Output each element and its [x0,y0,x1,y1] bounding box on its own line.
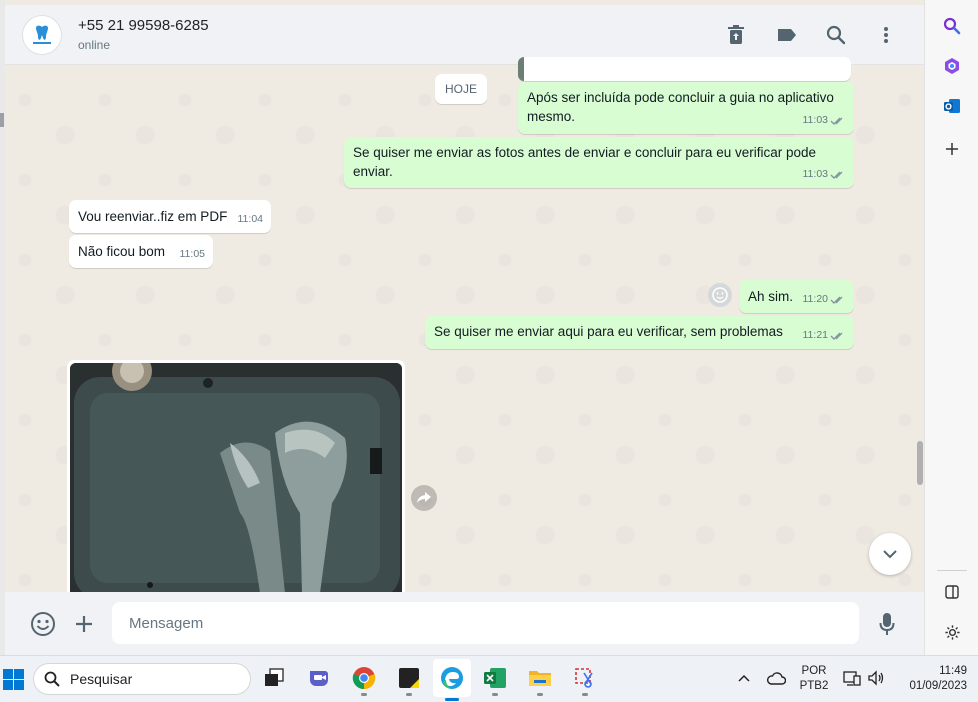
read-ticks-icon [830,296,843,304]
time-label: 11:03 [802,168,829,180]
edge-marker [0,113,4,127]
snipping-tool-icon[interactable] [571,664,599,696]
message-bubble[interactable]: Se quiser me enviar aqui para eu verific… [425,316,854,349]
chevron-down-icon [883,550,897,559]
message-time: 11:03 [803,165,847,184]
show-hidden-icons-chevron-up-icon[interactable] [730,664,758,692]
clock[interactable]: 11:49 01/09/2023 [897,664,967,694]
sidebar-toggle-icon[interactable] [940,580,964,604]
running-indicator [582,693,588,696]
tooth-logo-icon [33,25,51,44]
chat-header[interactable]: +55 21 99598-6285 online [5,5,924,65]
windows-start-icon[interactable] [0,666,28,694]
sticky-notes-icon[interactable] [395,664,423,696]
emoji-icon[interactable] [29,610,57,638]
message-bubble[interactable]: Não ficou bom 11:05 [69,235,213,268]
message-time: 11:04 [238,210,264,229]
language-code: POR [801,665,827,677]
message-text: Se quiser me enviar as fotos antes de en… [353,145,817,179]
copilot-icon[interactable] [940,54,964,78]
message-bubble[interactable]: Após ser incluída pode concluir a guia n… [518,82,854,134]
time-label: 11:21 [802,329,829,341]
add-icon[interactable] [940,137,964,161]
time-label: 11:03 [802,114,829,126]
message-text: Se quiser me enviar aqui para eu verific… [434,324,783,339]
edge-sidebar [924,0,978,655]
message-text: Após ser incluída pode concluir a guia n… [527,90,834,124]
running-indicator [361,693,367,696]
emoji-react-icon[interactable] [708,283,732,307]
chat-window: +55 21 99598-6285 online HOJE Após ser i… [5,0,924,655]
time-label: 11:05 [179,248,206,260]
image-message[interactable] [67,360,405,603]
contact-avatar[interactable] [22,15,62,55]
edge-search-icon[interactable] [940,14,964,38]
microphone-icon[interactable] [873,610,901,638]
chat-scrollbar[interactable] [917,441,923,485]
message-text: Não ficou bom [78,244,166,259]
date-chip: HOJE [435,74,487,104]
teams-icon[interactable] [305,664,333,692]
clock-date: 01/09/2023 [909,680,967,692]
message-bubble[interactable]: Vou reenviar..fiz em PDF 11:04 [69,200,271,233]
message-bubble[interactable]: Se quiser me enviar as fotos antes de en… [344,137,854,188]
edge-browser-icon[interactable] [433,659,471,701]
contact-status: online [78,38,111,52]
quoted-bubble-remainder [518,57,851,81]
message-time: 11:20 [803,290,847,309]
running-indicator [537,693,543,696]
chrome-icon[interactable] [350,664,378,696]
menu-icon[interactable] [873,22,899,48]
settings-gear-icon[interactable] [940,620,964,644]
read-ticks-icon [830,117,843,125]
keyboard-layout: PTB2 [799,680,829,692]
message-time: 11:21 [803,326,847,345]
windows-taskbar: Pesquisar POR PTB2 11:49 01/09/2023 [0,655,978,702]
compose-bar [5,592,924,655]
time-label: 11:20 [802,293,829,305]
file-explorer-icon[interactable] [526,664,554,696]
taskbar-search-label: Pesquisar [70,671,133,687]
message-time: 11:03 [803,111,847,130]
xray-photo [70,363,402,603]
read-ticks-icon [830,332,843,340]
read-ticks-icon [830,171,843,179]
label-icon[interactable] [774,22,800,48]
active-indicator [445,698,459,701]
excel-icon[interactable] [481,664,509,696]
taskbar-search[interactable]: Pesquisar [33,663,251,695]
message-time: 11:05 [180,245,206,264]
onedrive-cloud-icon[interactable] [762,664,790,692]
running-indicator [406,693,412,696]
quote-bar [518,57,524,81]
xray-image[interactable] [70,363,402,603]
volume-icon[interactable] [862,664,890,692]
scroll-to-bottom-button[interactable] [869,533,911,575]
search-icon[interactable] [823,22,849,48]
delete-icon[interactable] [723,22,749,48]
time-label: 11:04 [237,213,264,225]
message-bubble[interactable]: Ah sim. 11:20 [739,280,854,313]
message-list[interactable]: HOJE Após ser incluída pode concluir a g… [5,57,924,603]
forward-icon[interactable] [411,485,437,511]
language-indicator[interactable]: POR PTB2 [795,664,833,694]
running-indicator [492,693,498,696]
attach-plus-icon[interactable] [70,610,98,638]
task-view-icon[interactable] [260,664,288,692]
contact-name[interactable]: +55 21 99598-6285 [78,17,209,34]
outlook-icon[interactable] [940,94,964,118]
message-input[interactable] [112,602,859,644]
message-text: Vou reenviar..fiz em PDF [78,209,228,224]
search-icon [44,671,60,687]
edge-separator [937,570,967,571]
message-text: Ah sim. [748,289,794,304]
clock-time: 11:49 [939,665,967,677]
